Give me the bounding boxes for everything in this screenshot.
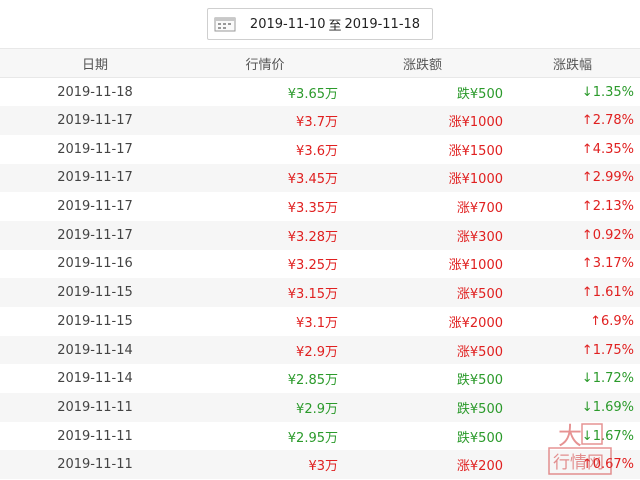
row-date: 2019-11-14 [57, 371, 133, 387]
row-price: ¥2.95万 [287, 430, 338, 446]
row-price: ¥3.1万 [296, 315, 338, 331]
price-history-page: 2019-11-10 至 2019-11-18 日期 行情价 涨跌额 涨跌幅 2… [0, 0, 640, 480]
row-date: 2019-11-11 [57, 457, 133, 473]
row-date: 2019-11-17 [57, 141, 133, 157]
table-row: 2019-11-14 ¥2.9万 涨¥500 ↑1.75% [0, 335, 640, 365]
row-price: ¥3.7万 [296, 115, 338, 131]
row-change: 跌¥500 [456, 86, 503, 102]
row-change: 涨¥1000 [448, 115, 503, 131]
table-row: 2019-11-18 ¥3.65万 跌¥500 ↓1.35% [0, 78, 640, 107]
row-pct: ↑4.35% [581, 141, 634, 157]
row-change: 涨¥200 [456, 459, 503, 475]
header-change: 涨跌额 [402, 57, 442, 73]
row-pct: ↓1.72% [581, 371, 634, 387]
row-pct: ↑1.75% [581, 342, 634, 358]
header-pct: 涨跌幅 [552, 57, 592, 73]
table-row: 2019-11-17 ¥3.35万 涨¥700 ↑2.13% [0, 192, 640, 221]
price-table-body: 2019-11-18 ¥3.65万 跌¥500 ↓1.35% 2019-11-17 ¥3.… [0, 78, 640, 480]
row-change: 涨¥300 [456, 229, 503, 245]
row-date: 2019-11-17 [57, 113, 133, 129]
row-price: ¥3.15万 [287, 287, 338, 303]
header-date: 日期 [81, 57, 108, 73]
table-row: 2019-11-11 ¥2.95万 跌¥500 ↓1.67% [0, 422, 640, 451]
row-pct: ↑2.99% [581, 170, 634, 186]
table-row: 2019-11-17 ¥3.7万 涨¥1000 ↑2.78% [0, 106, 640, 135]
table-row: 2019-11-17 ¥3.45万 涨¥1000 ↑2.99% [0, 163, 640, 193]
row-date: 2019-11-15 [57, 285, 133, 301]
row-price: ¥2.85万 [287, 373, 338, 389]
row-change: 跌¥500 [456, 373, 503, 389]
row-date: 2019-11-14 [57, 342, 133, 358]
table-row: 2019-11-11 ¥3万 涨¥200 ↑0.67% [0, 450, 640, 480]
date-range-picker[interactable]: 2019-11-10 至 2019-11-18 [206, 8, 434, 40]
row-price: ¥3.65万 [287, 86, 338, 102]
row-date: 2019-11-17 [57, 199, 133, 215]
row-date: 2019-11-17 [57, 170, 133, 186]
table-row: 2019-11-11 ¥2.9万 跌¥500 ↓1.69% [0, 393, 640, 422]
date-range-separator: 至 [328, 18, 342, 34]
row-change: 涨¥1000 [448, 258, 503, 274]
row-change: 涨¥500 [456, 344, 503, 360]
row-date: 2019-11-15 [57, 313, 133, 329]
row-pct: ↓1.69% [581, 399, 634, 415]
row-price: ¥3.45万 [287, 172, 338, 188]
calendar-icon [214, 16, 236, 32]
row-date: 2019-11-11 [57, 399, 133, 415]
row-pct: ↓1.67% [581, 428, 634, 444]
row-date: 2019-11-18 [57, 84, 133, 100]
row-pct: ↑1.61% [581, 285, 634, 301]
row-pct: ↑0.67% [581, 457, 634, 473]
row-pct: ↑6.9% [590, 313, 634, 329]
row-change: 跌¥500 [456, 401, 503, 417]
row-change: 涨¥1000 [448, 172, 503, 188]
row-price: ¥3.28万 [287, 229, 338, 245]
date-range-end: 2019-11-18 [344, 16, 421, 32]
table-row: 2019-11-14 ¥2.85万 跌¥500 ↓1.72% [0, 364, 640, 393]
row-change: 跌¥500 [456, 430, 503, 446]
table-row: 2019-11-17 ¥3.6万 涨¥1500 ↑4.35% [0, 135, 640, 164]
price-table: 日期 行情价 涨跌额 涨跌幅 2019-11-18 ¥3.65万 跌¥500 ↓1.3… [0, 48, 640, 480]
row-date: 2019-11-17 [57, 227, 133, 243]
row-price: ¥3.6万 [296, 143, 338, 159]
table-row: 2019-11-16 ¥3.25万 涨¥1000 ↑3.17% [0, 250, 640, 279]
date-range-bar: 2019-11-10 至 2019-11-18 [0, 0, 640, 48]
price-table-header: 日期 行情价 涨跌额 涨跌幅 [0, 48, 640, 78]
date-range-start: 2019-11-10 [249, 16, 326, 32]
row-change: 涨¥700 [456, 201, 503, 217]
header-price: 行情价 [245, 57, 285, 73]
row-pct: ↑2.13% [581, 199, 634, 215]
row-price: ¥3.35万 [287, 201, 338, 217]
table-row: 2019-11-17 ¥3.28万 涨¥300 ↑0.92% [0, 220, 640, 250]
row-date: 2019-11-16 [57, 256, 133, 272]
row-change: 涨¥2000 [448, 315, 503, 331]
row-change: 涨¥500 [456, 287, 503, 303]
row-price: ¥2.9万 [296, 344, 338, 360]
table-row: 2019-11-15 ¥3.15万 涨¥500 ↑1.61% [0, 278, 640, 307]
row-price: ¥3.25万 [287, 258, 338, 274]
row-price: ¥2.9万 [296, 401, 338, 417]
row-pct: ↑3.17% [581, 256, 634, 272]
row-pct: ↑0.92% [581, 227, 634, 243]
row-change: 涨¥1500 [448, 143, 503, 159]
row-pct: ↑2.78% [581, 113, 634, 129]
row-pct: ↓1.35% [581, 84, 634, 100]
row-price: ¥3万 [308, 459, 338, 475]
row-date: 2019-11-11 [57, 428, 133, 444]
table-row: 2019-11-15 ¥3.1万 涨¥2000 ↑6.9% [0, 307, 640, 336]
